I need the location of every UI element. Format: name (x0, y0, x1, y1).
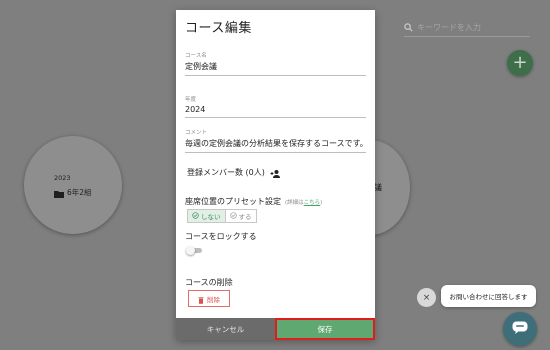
search-field[interactable]: キーワードを入力 (404, 18, 530, 37)
switch-thumb (186, 246, 195, 255)
year-input[interactable]: 2024 (185, 105, 366, 117)
seat-preset-toggle: しない する (187, 209, 257, 223)
chat-open-button[interactable] (503, 312, 537, 346)
lock-course-switch[interactable] (186, 246, 202, 255)
check-circle-icon (229, 211, 237, 221)
lock-course-label: コースをロックする (185, 232, 257, 241)
course-name-input[interactable]: 定例会議 (185, 61, 366, 75)
delete-button-label: 削除 (207, 295, 220, 304)
seat-preset-title: 座席位置のプリセット設定 (185, 197, 281, 206)
add-member-icon[interactable] (270, 163, 281, 182)
seat-preset-setting: 座席位置のプリセット設定 (詳細はこちら) (185, 196, 322, 207)
folder-icon (54, 183, 64, 202)
save-button[interactable]: 保存 (275, 318, 375, 340)
preset-option-no[interactable]: しない (188, 210, 226, 222)
delete-course-label: コースの削除 (185, 278, 233, 287)
course-card-year: 2023 (54, 174, 71, 182)
member-count: 登録メンバー数 (0人) (187, 163, 281, 182)
course-name-label: コース名 (185, 53, 207, 59)
dialog-title: コース編集 (185, 21, 252, 36)
chat-message-bubble[interactable]: お問い合わせに回答します (441, 285, 536, 307)
course-edit-dialog: コース編集 コース名 定例会議 年度 2024 コメント 毎週の定例会議の分析結… (176, 10, 375, 340)
details-link[interactable]: こちら (304, 200, 321, 206)
chat-icon (512, 320, 528, 339)
cancel-button[interactable]: キャンセル (176, 318, 275, 340)
member-count-label: 登録メンバー数 (0人) (187, 168, 265, 177)
course-name-field[interactable]: コース名 定例会議 (185, 51, 366, 76)
dialog-footer: キャンセル 保存 (176, 318, 375, 340)
comment-field[interactable]: コメント 毎週の定例会議の分析結果を保存するコースです。 (185, 128, 366, 153)
chat-close-button[interactable]: × (417, 288, 436, 307)
trash-icon (198, 289, 204, 308)
preset-option-yes[interactable]: する (225, 210, 256, 222)
seat-preset-hint: (詳細はこちら) (285, 200, 323, 206)
add-course-button[interactable]: + (507, 50, 533, 76)
course-card-partial-text: 議 (374, 183, 382, 192)
comment-label: コメント (185, 130, 208, 136)
year-field[interactable]: 年度 2024 (185, 95, 366, 118)
course-card[interactable]: 2023 6年2組 (24, 136, 122, 234)
course-card-name: 6年2組 (67, 188, 92, 197)
search-placeholder: キーワードを入力 (417, 22, 481, 32)
year-label: 年度 (185, 97, 197, 103)
delete-course-button[interactable]: 削除 (188, 290, 230, 307)
check-circle-icon (192, 211, 199, 221)
comment-input[interactable]: 毎週の定例会議の分析結果を保存するコースです。 (185, 138, 366, 152)
search-icon (404, 22, 413, 32)
